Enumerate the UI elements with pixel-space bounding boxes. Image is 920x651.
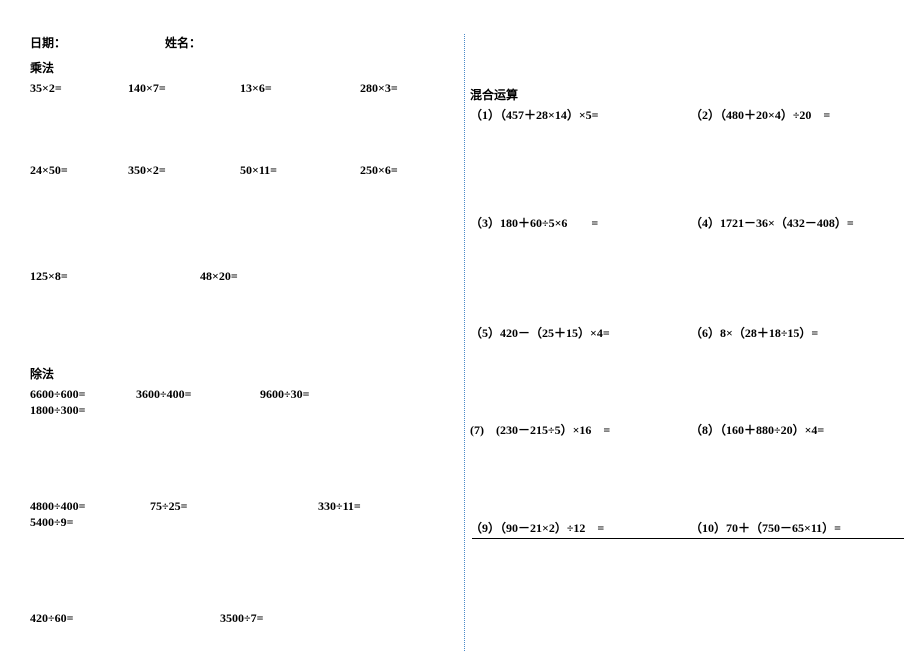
problem: （8）（160＋880÷20）×4= <box>690 422 904 438</box>
problem: 35×2= <box>30 80 128 96</box>
problem: （6）8×（28＋18÷15）= <box>690 325 904 341</box>
problem: （10）70＋（750－65×11）= <box>690 520 904 536</box>
problem: （4）1721－36×（432－408）= <box>690 215 904 231</box>
problem: 350×2= <box>128 162 240 178</box>
problem: （2）（480＋20×4）÷20 = <box>690 107 904 123</box>
div-row-2: 4800÷400= 75÷25= 330÷11= 5400÷9= <box>30 498 460 530</box>
mixed-row-4: (7) (230－215÷5）×16 = （8）（160＋880÷20）×4= <box>470 422 904 438</box>
problem: （3）180＋60÷5×6 = <box>470 215 684 231</box>
multiplication-title: 乘法 <box>30 59 460 76</box>
problem: (7) (230－215÷5）×16 = <box>470 422 684 438</box>
problem: 125×8= <box>30 268 200 284</box>
problem: 9600÷30= <box>260 386 410 402</box>
problem: 330÷11= <box>318 498 418 514</box>
problem: 3500÷7= <box>220 610 263 626</box>
problem: 50×11= <box>240 162 360 178</box>
problem: 5400÷9= <box>30 514 73 530</box>
problem: （1）（457＋28×14）×5= <box>470 107 684 123</box>
problem: 140×7= <box>128 80 240 96</box>
mixed-row-5: （9）（90－21×2）÷12 = （10）70＋（750－65×11）= <box>470 520 904 536</box>
problem: 48×20= <box>200 268 238 284</box>
problem: 13×6= <box>240 80 360 96</box>
div-row-3: 420÷60= 3500÷7= <box>30 610 460 626</box>
mixed-title: 混合运算 <box>470 86 904 103</box>
problem: 1800÷300= <box>30 402 85 418</box>
mult-row-3: 125×8= 48×20= <box>30 268 460 284</box>
column-divider <box>464 34 466 651</box>
division-title: 除法 <box>30 365 460 382</box>
left-column: 日期： 姓名： 乘法 35×2= 140×7= 13×6= 280×3= 24×… <box>30 34 460 651</box>
mixed-row-2: （3）180＋60÷5×6 = （4）1721－36×（432－408）= <box>470 215 904 231</box>
problem: 24×50= <box>30 162 128 178</box>
date-label: 日期： <box>30 34 165 51</box>
div-row-1: 6600÷600= 3600÷400= 9600÷30= 1800÷300= <box>30 386 460 418</box>
mixed-row-3: （5）420－（25＋15）×4= （6）8×（28＋18÷15）= <box>470 325 904 341</box>
problem: 4800÷400= <box>30 498 150 514</box>
mult-row-2: 24×50= 350×2= 50×11= 250×6= <box>30 162 460 178</box>
problem: 250×6= <box>360 162 460 178</box>
underline <box>472 538 904 539</box>
problem: （5）420－（25＋15）×4= <box>470 325 684 341</box>
problem: 75÷25= <box>150 498 318 514</box>
problem: 3600÷400= <box>136 386 260 402</box>
header: 日期： 姓名： <box>30 34 460 51</box>
problem: （9）（90－21×2）÷12 = <box>470 520 684 536</box>
mult-row-1: 35×2= 140×7= 13×6= 280×3= <box>30 80 460 96</box>
mixed-row-1: （1）（457＋28×14）×5= （2）（480＋20×4）÷20 = <box>470 107 904 123</box>
problem: 6600÷600= <box>30 386 136 402</box>
problem: 420÷60= <box>30 610 220 626</box>
problem: 280×3= <box>360 80 460 96</box>
right-column: 混合运算 （1）（457＋28×14）×5= （2）（480＋20×4）÷20 … <box>470 34 904 651</box>
name-label: 姓名： <box>165 34 201 51</box>
